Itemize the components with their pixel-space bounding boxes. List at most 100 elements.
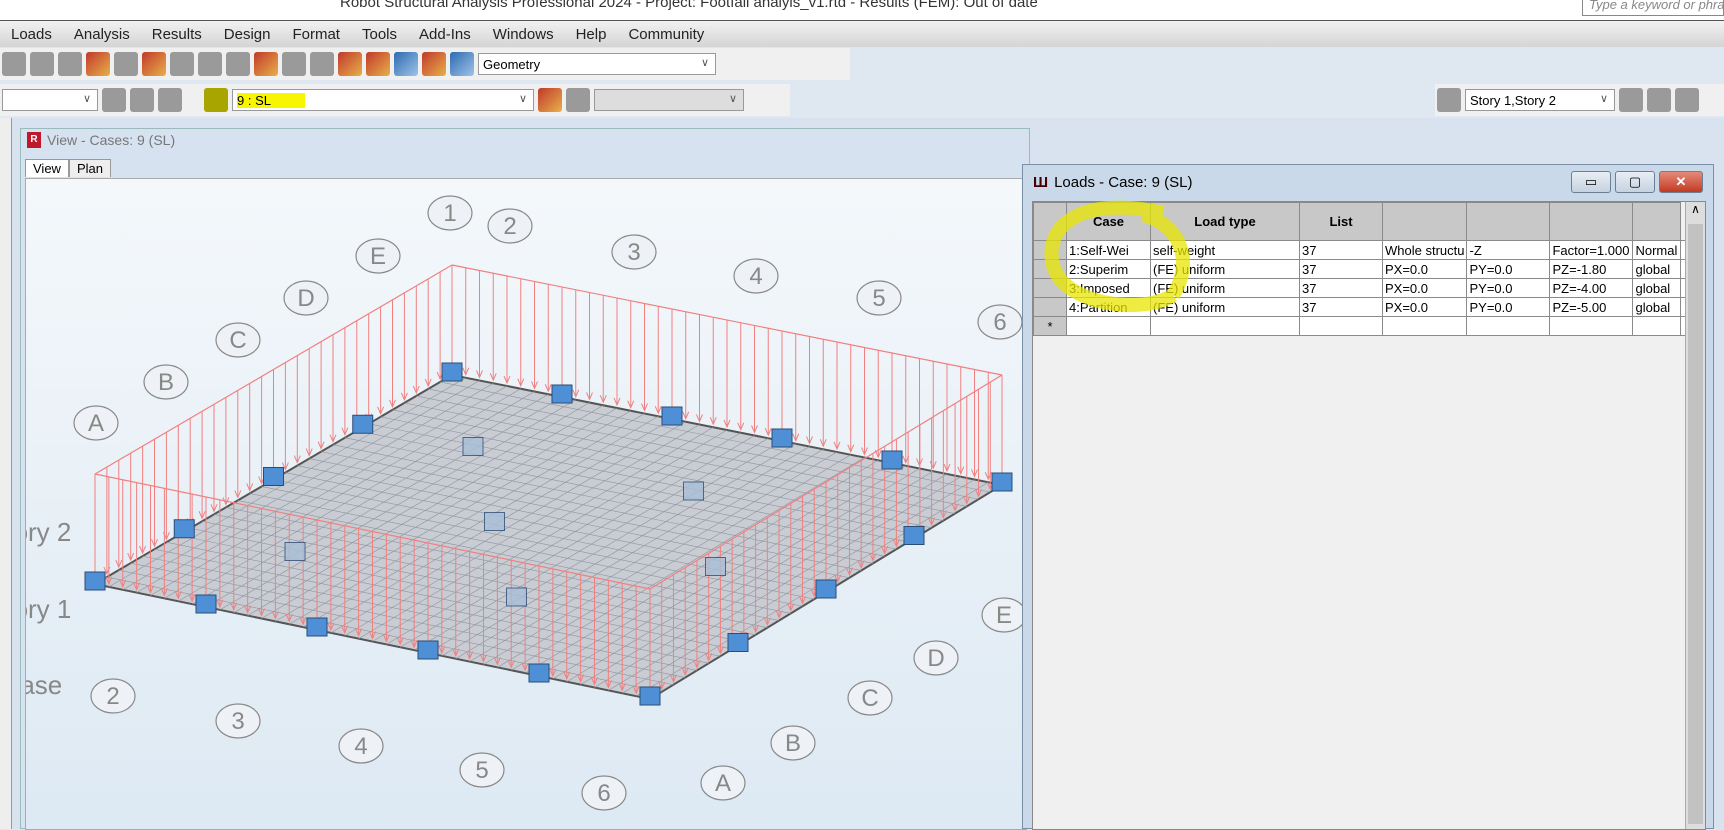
menu-windows[interactable]: Windows: [482, 26, 565, 43]
redo-icon[interactable]: [114, 52, 138, 76]
load-case-icon[interactable]: [204, 88, 228, 112]
table-cell[interactable]: [1466, 316, 1551, 336]
help-search-input[interactable]: Type a keyword or phrase: [1582, 0, 1724, 16]
row-header[interactable]: [1033, 278, 1067, 298]
table-cell[interactable]: PZ=-5.00: [1549, 297, 1634, 317]
nodes-icon[interactable]: [158, 88, 182, 112]
axis-bubble-6[interactable]: 6: [977, 304, 1023, 340]
col-header-list[interactable]: List: [1299, 202, 1383, 241]
mode-icon[interactable]: [566, 88, 590, 112]
table-cell[interactable]: PY=0.0: [1466, 259, 1551, 279]
model-icon[interactable]: [394, 52, 418, 76]
axis-bubble-a-right[interactable]: A: [700, 765, 746, 801]
supports-icon[interactable]: [310, 52, 334, 76]
table-cell[interactable]: [1632, 316, 1682, 336]
table-cell[interactable]: PY=0.0: [1466, 297, 1551, 317]
undo-icon[interactable]: [86, 52, 110, 76]
axis-bubble-3[interactable]: 3: [611, 234, 657, 270]
section-icon[interactable]: [338, 52, 362, 76]
col-header-load-type[interactable]: Load type: [1150, 202, 1300, 241]
row-header[interactable]: [1033, 240, 1067, 260]
axis-bubble-2-front[interactable]: 2: [90, 678, 136, 714]
axis-bubble-4[interactable]: 4: [733, 258, 779, 294]
axis-bubble-c[interactable]: C: [215, 322, 261, 358]
axis-bubble-2[interactable]: 2: [487, 208, 533, 244]
axis-bubble-1[interactable]: 1: [427, 195, 473, 231]
vertical-scrollbar[interactable]: ∧: [1685, 202, 1705, 829]
copy-icon[interactable]: [30, 52, 54, 76]
table-cell[interactable]: 37: [1299, 259, 1383, 279]
table-cell[interactable]: Whole structu: [1381, 240, 1468, 260]
table-cell[interactable]: PZ=-1.80: [1549, 259, 1634, 279]
col-header-4[interactable]: [1381, 202, 1468, 241]
close-button[interactable]: ✕: [1659, 171, 1703, 193]
paste-icon[interactable]: [58, 52, 82, 76]
story-select[interactable]: Story 1,Story 2 ∨: [1465, 89, 1615, 111]
story-settings-icon[interactable]: [1647, 88, 1671, 112]
menu-add-ins[interactable]: Add-Ins: [408, 26, 482, 43]
axis-bubble-6-front[interactable]: 6: [581, 775, 627, 811]
table-cell[interactable]: self-weight: [1150, 240, 1300, 260]
table-cell[interactable]: PX=0.0: [1381, 278, 1468, 298]
new-row[interactable]: *: [1033, 316, 1687, 336]
load-definition-icon[interactable]: [538, 88, 562, 112]
col-header-case[interactable]: Case: [1066, 202, 1151, 241]
table-row[interactable]: 1:Self-Wei self-weight 37 Whole structu -Z Fa…: [1033, 240, 1687, 260]
scroll-up-icon[interactable]: ∧: [1686, 202, 1705, 222]
3d-viewport[interactable]: 1 2 3 4 5 6 E D C B A 2 3 4 5 6 E D C B: [25, 178, 1027, 830]
table-cell[interactable]: PZ=-4.00: [1549, 278, 1634, 298]
tools-icon[interactable]: [422, 52, 446, 76]
calculation-settings-icon[interactable]: [170, 52, 194, 76]
table-cell[interactable]: Factor=1.000: [1549, 240, 1634, 260]
scroll-thumb[interactable]: [1688, 224, 1703, 824]
table-cell[interactable]: PY=0.0: [1466, 278, 1551, 298]
zoom-icon[interactable]: [226, 52, 250, 76]
pan-icon[interactable]: [254, 52, 278, 76]
table-cell[interactable]: global: [1632, 278, 1682, 298]
mode-select[interactable]: ∨: [594, 89, 744, 111]
case-select[interactable]: 9 : SL ∨: [232, 89, 534, 111]
axis-bubble-e-right[interactable]: E: [981, 597, 1026, 633]
axis-bubble-5-front[interactable]: 5: [459, 752, 505, 788]
table-cell[interactable]: 4:Partition: [1066, 297, 1151, 317]
axis-bubble-b[interactable]: B: [143, 364, 189, 400]
axis-bubble-c-right[interactable]: C: [847, 680, 893, 716]
bars-icon[interactable]: [130, 88, 154, 112]
table-cell[interactable]: PX=0.0: [1381, 297, 1468, 317]
structure-model[interactable]: 1 2 3 4 5 6 E D C B A 2 3 4 5 6 E D C B: [26, 179, 1027, 830]
table-cell[interactable]: -Z: [1466, 240, 1551, 260]
menu-design[interactable]: Design: [213, 26, 282, 43]
structure-icon[interactable]: [366, 52, 390, 76]
layout-select[interactable]: Geometry ∨: [478, 53, 716, 75]
tab-view[interactable]: View: [25, 159, 69, 177]
new-row-marker[interactable]: *: [1033, 316, 1067, 336]
table-cell[interactable]: [1150, 316, 1300, 336]
axis-bubble-b-right[interactable]: B: [770, 725, 816, 761]
table-cell[interactable]: [1381, 316, 1468, 336]
axis-bubble-3-front[interactable]: 3: [215, 703, 261, 739]
tab-plan[interactable]: Plan: [68, 159, 111, 177]
axis-bubble-5[interactable]: 5: [856, 280, 902, 316]
table-cell[interactable]: 3:Imposed: [1066, 278, 1151, 298]
cut-icon[interactable]: [2, 52, 26, 76]
table-cell[interactable]: (FE) uniform: [1150, 278, 1300, 298]
lock-icon[interactable]: [198, 52, 222, 76]
menu-loads[interactable]: Loads: [0, 26, 63, 43]
axis-bubble-d[interactable]: D: [283, 280, 329, 316]
maximize-button[interactable]: ▢: [1615, 171, 1655, 193]
row-header[interactable]: [1033, 259, 1067, 279]
axis-bubble-a[interactable]: A: [73, 405, 119, 441]
axis-bubble-4-front[interactable]: 4: [338, 728, 384, 764]
table-row[interactable]: 2:Superim (FE) uniform 37 PX=0.0 PY=0.0 PZ=-1…: [1033, 259, 1687, 279]
story-up-icon[interactable]: [1619, 88, 1643, 112]
menu-results[interactable]: Results: [141, 26, 213, 43]
story-icon[interactable]: [1437, 88, 1461, 112]
col-header-7[interactable]: [1632, 202, 1682, 241]
table-cell[interactable]: global: [1632, 297, 1682, 317]
table-cell[interactable]: [1299, 316, 1383, 336]
table-cell[interactable]: 37: [1299, 240, 1383, 260]
layout-icon[interactable]: [450, 52, 474, 76]
table-row[interactable]: 3:Imposed (FE) uniform 37 PX=0.0 PY=0.0 PZ=-4…: [1033, 278, 1687, 298]
minimize-button[interactable]: ▭: [1571, 171, 1611, 193]
story-table-icon[interactable]: [1675, 88, 1699, 112]
